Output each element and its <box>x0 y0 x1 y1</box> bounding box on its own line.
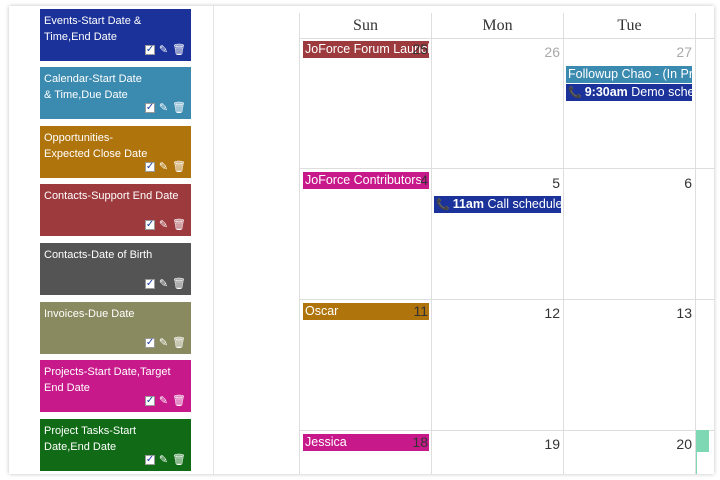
pencil-icon[interactable]: ✎ <box>159 44 168 55</box>
feed-item[interactable]: Events-Start Date & Time,End Date ✎ 🗑 <box>40 9 191 61</box>
checkbox-checked-icon[interactable] <box>144 217 155 232</box>
day-number[interactable]: 27 <box>640 44 692 60</box>
checkbox-checked-icon[interactable] <box>144 42 155 57</box>
feed-label: Invoices-Due Date <box>44 308 135 320</box>
event-title: JoForce Contributors <box>305 173 422 187</box>
feed-item[interactable]: Opportunities-Expected Close Date ✎ 🗑 <box>40 126 191 178</box>
checkbox-checked-icon[interactable] <box>144 393 155 408</box>
trash-icon[interactable]: 🗑 <box>172 44 186 55</box>
day-number[interactable]: 19 <box>510 436 560 452</box>
day-number: 25 <box>412 41 428 57</box>
event-title: Followup Chao - (In Progress) <box>568 67 692 81</box>
month-calendar-grid: Sun Mon Tue 26 27 JoForce Forum Launch 2… <box>299 13 715 474</box>
day-header-mon: Mon <box>432 13 563 39</box>
feed-label: Calendar-Start Date & Time,Due Date <box>44 73 142 101</box>
pencil-icon[interactable]: ✎ <box>159 395 168 406</box>
trash-icon[interactable]: 🗑 <box>172 337 186 348</box>
day-number: 4 <box>420 172 428 188</box>
day-header-tue: Tue <box>564 13 695 39</box>
calendar-event[interactable]: Jessica 18 <box>303 434 429 451</box>
feed-item[interactable]: Projects-Start Date,Target End Date ✎ 🗑 <box>40 360 191 412</box>
calendar-event[interactable]: JoForce Forum Launch 25 <box>303 41 429 58</box>
calendar-event[interactable]: Followup Chao - (In Progress) <box>566 66 692 83</box>
checkbox-checked-icon[interactable] <box>144 452 155 467</box>
feed-item[interactable]: Contacts-Support End Date ✎ 🗑 <box>40 184 191 236</box>
event-title: Jessica <box>305 435 347 449</box>
feed-item[interactable]: Invoices-Due Date ✎ 🗑 <box>40 302 191 354</box>
selected-day-highlight-edge <box>696 452 697 474</box>
trash-icon[interactable]: 🗑 <box>172 219 186 230</box>
trash-icon[interactable]: 🗑 <box>172 278 186 289</box>
feed-label: Contacts-Date of Birth <box>44 249 153 261</box>
trash-icon[interactable]: 🗑 <box>172 395 186 406</box>
day-header-sun: Sun <box>300 13 431 39</box>
day-header-next <box>696 13 715 39</box>
pencil-icon[interactable]: ✎ <box>159 219 168 230</box>
feed-label: Project Tasks-Start Date,End Date <box>44 425 137 453</box>
event-title: Oscar <box>305 304 339 318</box>
feed-label: Opportunities-Expected Close Date <box>44 132 148 160</box>
checkbox-checked-icon[interactable] <box>144 100 155 115</box>
event-title: JoForce Forum Launch <box>305 42 429 56</box>
phone-icon: 📞 <box>568 86 582 99</box>
event-title: Demo schedule <box>631 85 692 99</box>
day-number[interactable]: 5 <box>510 175 560 191</box>
feed-label: Contacts-Support End Date <box>44 190 179 202</box>
event-title: Call schedule <box>487 197 561 211</box>
checkbox-checked-icon[interactable] <box>144 276 155 291</box>
calendar-feeds-sidebar: Events-Start Date & Time,End Date ✎ 🗑 Cal… <box>9 6 214 474</box>
event-time: 11am <box>452 197 484 211</box>
feed-label: Events-Start Date & Time,End Date <box>44 15 142 43</box>
pencil-icon[interactable]: ✎ <box>159 161 168 172</box>
feed-label: Projects-Start Date,Target End Date <box>44 366 171 394</box>
pencil-icon[interactable]: ✎ <box>159 454 168 465</box>
phone-icon: 📞 <box>436 198 450 211</box>
feed-item[interactable]: Project Tasks-Start Date,End Date ✎ 🗑 <box>40 419 191 471</box>
day-number: 18 <box>412 434 428 450</box>
day-number[interactable]: 20 <box>640 436 692 452</box>
checkbox-checked-icon[interactable] <box>144 335 155 350</box>
day-number[interactable]: 26 <box>510 44 560 60</box>
pencil-icon[interactable]: ✎ <box>159 337 168 348</box>
feed-item[interactable]: Contacts-Date of Birth ✎ 🗑 <box>40 243 191 295</box>
trash-icon[interactable]: 🗑 <box>172 161 186 172</box>
day-number[interactable]: 6 <box>640 175 692 191</box>
calendar-event[interactable]: JoForce Contributors 4 <box>303 172 429 189</box>
day-number[interactable]: 13 <box>640 305 692 321</box>
day-number: 11 <box>413 303 428 319</box>
trash-icon[interactable]: 🗑 <box>172 102 186 113</box>
pencil-icon[interactable]: ✎ <box>159 102 168 113</box>
pencil-icon[interactable]: ✎ <box>159 278 168 289</box>
calendar-event[interactable]: Oscar 11 <box>303 303 429 320</box>
calendar-event[interactable]: 📞 11am Call schedule <box>434 196 561 213</box>
calendar-event[interactable]: 📞9:30am Demo schedule <box>566 84 692 101</box>
trash-icon[interactable]: 🗑 <box>172 454 186 465</box>
app-frame: Events-Start Date & Time,End Date ✎ 🗑 Cal… <box>9 6 715 474</box>
checkbox-checked-icon[interactable] <box>144 159 155 174</box>
day-number[interactable]: 12 <box>510 305 560 321</box>
selected-day-highlight[interactable] <box>696 430 709 452</box>
feed-item[interactable]: Calendar-Start Date & Time,Due Date ✎ 🗑 <box>40 67 191 119</box>
event-time: 9:30am <box>584 85 628 99</box>
